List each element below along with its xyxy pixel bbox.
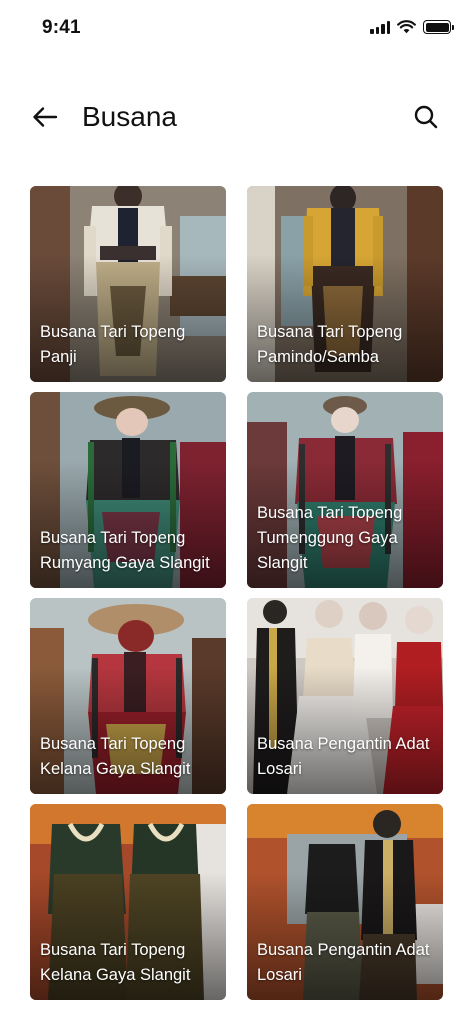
card-title: Busana Tari Topeng Kelana Gaya Slangit bbox=[40, 941, 191, 984]
costume-grid: Busana Tari Topeng Panji Busana Tari Top… bbox=[30, 186, 443, 1000]
costume-card[interactable]: Busana Tari Topeng Pamindo/Samba bbox=[247, 186, 443, 382]
status-icons bbox=[370, 20, 454, 34]
search-button[interactable] bbox=[409, 100, 443, 134]
costume-card[interactable]: Busana Tari Topeng Kelana Gaya Slangit bbox=[30, 804, 226, 1000]
arrow-left-icon bbox=[33, 107, 58, 127]
card-title: Busana Pengantin Adat Losari bbox=[257, 941, 430, 984]
card-title: Busana Tari Topeng Tumenggung Gaya Slang… bbox=[257, 504, 403, 572]
card-title: Busana Tari Topeng Panji bbox=[40, 323, 186, 366]
costume-card[interactable]: Busana Tari Topeng Tumenggung Gaya Slang… bbox=[247, 392, 443, 588]
cellular-signal-icon bbox=[370, 20, 390, 34]
card-title: Busana Tari Topeng Pamindo/Samba bbox=[257, 323, 403, 366]
page-title: Busana bbox=[82, 101, 177, 132]
wifi-icon bbox=[397, 20, 416, 34]
status-time: 9:41 bbox=[42, 17, 81, 38]
costume-card[interactable]: Busana Tari Topeng Panji bbox=[30, 186, 226, 382]
card-title: Busana Pengantin Adat Losari bbox=[257, 735, 430, 778]
costume-card[interactable]: Busana Pengantin Adat Losari bbox=[247, 804, 443, 1000]
card-title: Busana Tari Topeng Kelana Gaya Slangit bbox=[40, 735, 191, 778]
costume-card[interactable]: Busana Pengantin Adat Losari bbox=[247, 598, 443, 794]
status-bar: 9:41 bbox=[0, 0, 473, 56]
costume-card[interactable]: Busana Tari Topeng Rumyang Gaya Slangit bbox=[30, 392, 226, 588]
header: Busana bbox=[0, 90, 473, 144]
search-icon bbox=[414, 105, 438, 129]
costume-card[interactable]: Busana Tari Topeng Kelana Gaya Slangit bbox=[30, 598, 226, 794]
card-title: Busana Tari Topeng Rumyang Gaya Slangit bbox=[40, 529, 210, 572]
back-button[interactable] bbox=[28, 100, 62, 134]
battery-icon bbox=[423, 20, 454, 34]
